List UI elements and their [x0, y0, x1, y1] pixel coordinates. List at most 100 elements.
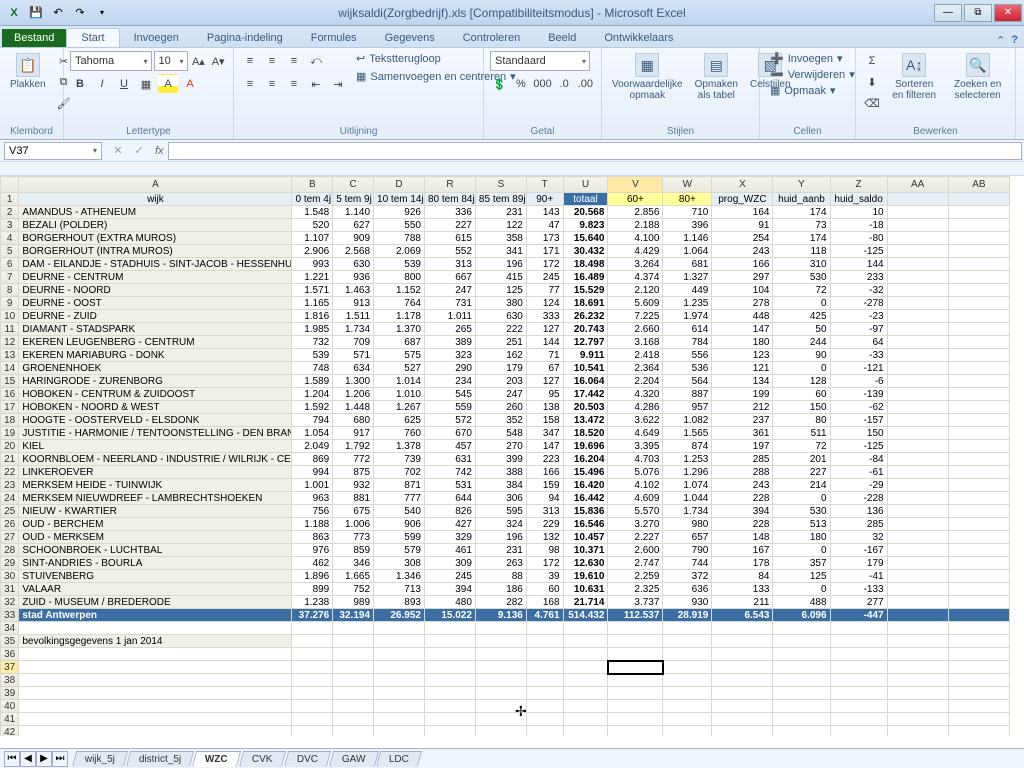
cell[interactable]: 21.714	[563, 596, 608, 609]
cell[interactable]: 739	[374, 453, 425, 466]
cell[interactable]: 425	[773, 310, 830, 323]
cell[interactable]: VALAAR	[19, 583, 292, 596]
cell[interactable]: DEURNE - NOORD	[19, 284, 292, 297]
cell[interactable]	[948, 362, 1009, 375]
cell[interactable]: 9	[1, 297, 19, 310]
cell[interactable]: 7	[1, 271, 19, 284]
cell[interactable]: 203	[475, 375, 526, 388]
cell[interactable]: 18	[1, 414, 19, 427]
cell[interactable]: 713	[374, 583, 425, 596]
cell[interactable]: 2.568	[333, 245, 374, 258]
col-header[interactable]: Y	[773, 177, 830, 193]
cell[interactable]: 15	[1, 375, 19, 388]
cell[interactable]	[948, 375, 1009, 388]
cell[interactable]: -97	[830, 323, 887, 336]
cell[interactable]: 285	[830, 518, 887, 531]
cell[interactable]: BORGERHOUT (EXTRA MUROS)	[19, 232, 292, 245]
cell[interactable]	[292, 726, 333, 737]
cell[interactable]	[887, 492, 948, 505]
cell[interactable]	[887, 362, 948, 375]
cell[interactable]: 228	[712, 518, 773, 531]
cell[interactable]	[563, 687, 608, 700]
cell[interactable]	[333, 622, 374, 635]
cell[interactable]: 826	[424, 505, 475, 518]
cell[interactable]	[948, 310, 1009, 323]
cell[interactable]: 893	[374, 596, 425, 609]
cell[interactable]: -167	[830, 544, 887, 557]
cell[interactable]: 1.044	[663, 492, 712, 505]
find-select-button[interactable]: 🔍Zoeken en selecteren	[946, 51, 1009, 103]
cell[interactable]	[526, 700, 563, 713]
cell[interactable]: 28.919	[663, 609, 712, 622]
cell[interactable]: 214	[773, 479, 830, 492]
cell[interactable]: 201	[773, 453, 830, 466]
cell[interactable]: 772	[333, 453, 374, 466]
cell[interactable]: 125	[773, 570, 830, 583]
cell[interactable]: 352	[475, 414, 526, 427]
cell[interactable]	[475, 713, 526, 726]
cell[interactable]	[948, 531, 1009, 544]
cell[interactable]: 41	[1, 713, 19, 726]
tab-insert[interactable]: Invoegen	[120, 29, 193, 47]
cell[interactable]: 579	[374, 544, 425, 557]
cell[interactable]: 540	[374, 505, 425, 518]
cell[interactable]: DEURNE - ZUID	[19, 310, 292, 323]
cell[interactable]: 887	[663, 388, 712, 401]
cell[interactable]: 282	[475, 596, 526, 609]
cell[interactable]: 389	[424, 336, 475, 349]
cell[interactable]: 520	[292, 219, 333, 232]
cell[interactable]	[887, 518, 948, 531]
cell[interactable]	[830, 661, 887, 674]
cell[interactable]: 0	[773, 297, 830, 310]
cell[interactable]: 143	[526, 206, 563, 219]
close-button[interactable]: ✕	[994, 4, 1022, 22]
cell[interactable]	[475, 635, 526, 648]
cell[interactable]: 4.286	[608, 401, 663, 414]
cell[interactable]: 530	[773, 505, 830, 518]
cell[interactable]: 8	[1, 284, 19, 297]
cell[interactable]: 2.906	[292, 245, 333, 258]
cell[interactable]: 247	[424, 284, 475, 297]
cell[interactable]: 1.253	[663, 453, 712, 466]
cell[interactable]	[948, 336, 1009, 349]
cell[interactable]: 124	[526, 297, 563, 310]
cell[interactable]	[475, 700, 526, 713]
cell[interactable]	[948, 518, 1009, 531]
cell[interactable]	[526, 622, 563, 635]
cell[interactable]: 913	[333, 297, 374, 310]
underline-button[interactable]: U	[114, 74, 134, 94]
cell[interactable]: 134	[712, 375, 773, 388]
cell[interactable]: 30	[1, 570, 19, 583]
col-header[interactable]: D	[374, 177, 425, 193]
cell[interactable]: 539	[292, 349, 333, 362]
align-right-icon[interactable]: ≡	[284, 74, 304, 94]
cell[interactable]: 357	[773, 557, 830, 570]
cell[interactable]	[424, 700, 475, 713]
cell[interactable]: 1.896	[292, 570, 333, 583]
cell[interactable]: 308	[374, 557, 425, 570]
cell[interactable]: 313	[526, 505, 563, 518]
cell[interactable]: -125	[830, 440, 887, 453]
cell[interactable]	[526, 687, 563, 700]
cell[interactable]	[887, 713, 948, 726]
cell[interactable]: -62	[830, 401, 887, 414]
cell[interactable]: 932	[333, 479, 374, 492]
clear-icon[interactable]: ⌫	[862, 93, 882, 113]
cancel-fx-icon[interactable]: ✕	[108, 141, 128, 161]
cell[interactable]: 12.797	[563, 336, 608, 349]
cell[interactable]: 15.640	[563, 232, 608, 245]
cell[interactable]: 158	[526, 414, 563, 427]
cell[interactable]: 630	[475, 310, 526, 323]
sheet-first-icon[interactable]: ⏮	[4, 751, 20, 767]
cell[interactable]: 23	[1, 479, 19, 492]
cell[interactable]: 4.609	[608, 492, 663, 505]
cell[interactable]: 245	[424, 570, 475, 583]
cell[interactable]	[475, 661, 526, 674]
cell[interactable]	[948, 414, 1009, 427]
cell[interactable]: -121	[830, 362, 887, 375]
dedent-icon[interactable]: ⇤	[306, 74, 326, 94]
cell[interactable]: 10.371	[563, 544, 608, 557]
cell[interactable]: 2.325	[608, 583, 663, 596]
cell[interactable]	[948, 687, 1009, 700]
cell[interactable]: -29	[830, 479, 887, 492]
